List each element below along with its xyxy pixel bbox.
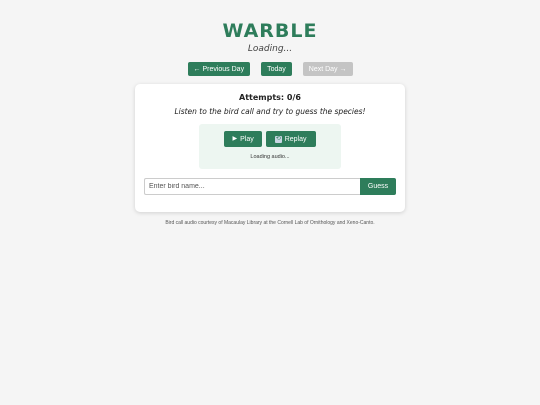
bird-name-input[interactable] bbox=[144, 178, 360, 195]
instructions-text: Listen to the bird call and try to guess… bbox=[174, 107, 366, 116]
guess-button[interactable]: Guess bbox=[360, 178, 396, 195]
audio-status: Loading audio... bbox=[250, 154, 290, 160]
play-button[interactable]: ▶ Play bbox=[224, 131, 262, 147]
game-status-subtitle: Loading... bbox=[247, 44, 293, 54]
replay-button[interactable]: ⟲ Replay bbox=[265, 131, 316, 147]
play-label: Play bbox=[240, 135, 254, 143]
footer-credit: Bird call audio courtesy of Macaulay Lib… bbox=[165, 220, 375, 226]
guess-form: Guess bbox=[144, 178, 396, 195]
page-title: WARBLE bbox=[222, 20, 318, 42]
attempts-counter: Attempts: 0/6 bbox=[239, 93, 301, 102]
next-day-button[interactable]: Next Day → bbox=[302, 62, 353, 76]
game-card: Attempts: 0/6 Listen to the bird call an… bbox=[135, 84, 405, 212]
replay-label: Replay bbox=[284, 135, 307, 143]
today-button[interactable]: Today bbox=[261, 62, 292, 76]
replay-icon: ⟲ bbox=[274, 135, 282, 143]
day-navigation: ← Previous Day Today Next Day → bbox=[0, 62, 540, 76]
play-icon: ▶ bbox=[232, 136, 238, 142]
previous-day-button[interactable]: ← Previous Day bbox=[187, 62, 251, 76]
audio-player: ▶ Play ⟲ Replay Loading audio... bbox=[199, 124, 341, 169]
